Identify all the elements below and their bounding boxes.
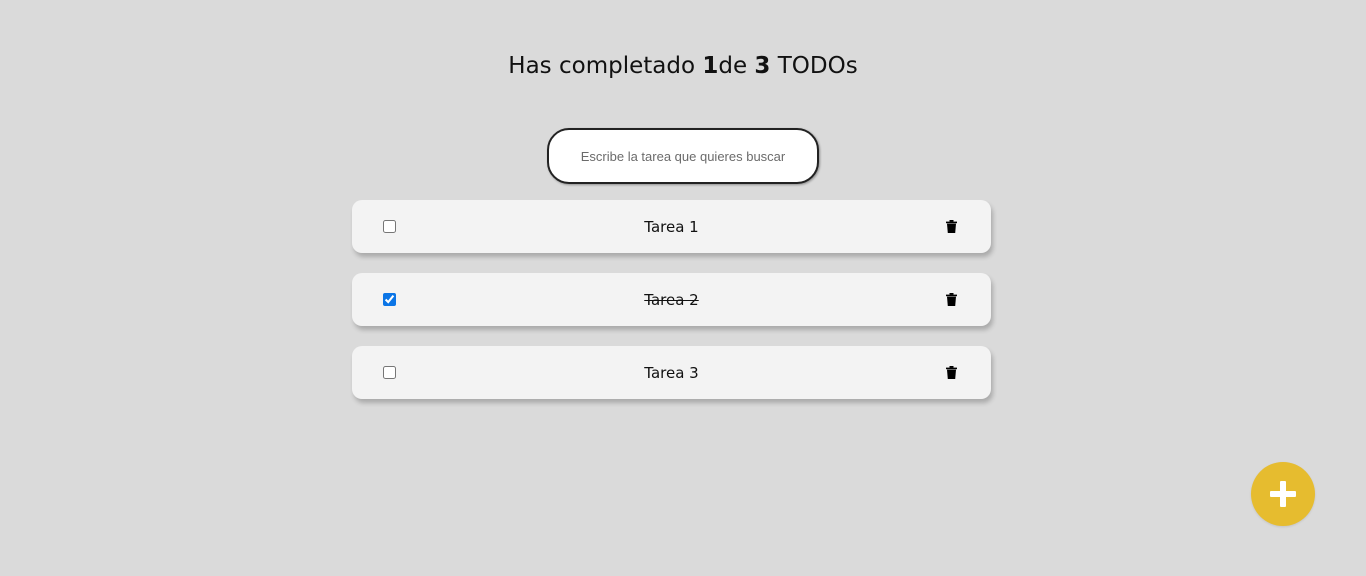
add-todo-button[interactable] (1251, 462, 1315, 526)
counter-middle: de (718, 53, 755, 79)
delete-button[interactable] (944, 291, 958, 307)
todo-item: Tarea 1 (352, 200, 991, 253)
completed-count: 1 (702, 53, 719, 79)
todo-checkbox[interactable] (383, 293, 396, 306)
todo-text: Tarea 3 (644, 364, 699, 382)
todo-list: Tarea 1 Tarea 2 Tarea 3 (352, 200, 991, 419)
trash-icon (945, 219, 957, 233)
todo-checkbox[interactable] (383, 220, 396, 233)
delete-button[interactable] (944, 364, 958, 380)
total-count: 3 (754, 53, 771, 79)
counter-prefix: Has completado (508, 53, 703, 79)
todo-text: Tarea 2 (644, 291, 699, 309)
todo-app: Has completado 1de 3 TODOs Tarea 1 Tarea… (0, 0, 1366, 576)
todo-checkbox[interactable] (383, 366, 396, 379)
todo-item: Tarea 3 (352, 346, 991, 399)
todo-item: Tarea 2 (352, 273, 991, 326)
search-input[interactable] (547, 128, 819, 184)
trash-icon (945, 292, 957, 306)
todo-text: Tarea 1 (644, 218, 699, 236)
trash-icon (945, 365, 957, 379)
delete-button[interactable] (944, 218, 958, 234)
counter-suffix: TODOs (770, 53, 858, 79)
plus-icon (1270, 481, 1296, 507)
todo-counter-title: Has completado 1de 3 TODOs (0, 50, 1366, 82)
